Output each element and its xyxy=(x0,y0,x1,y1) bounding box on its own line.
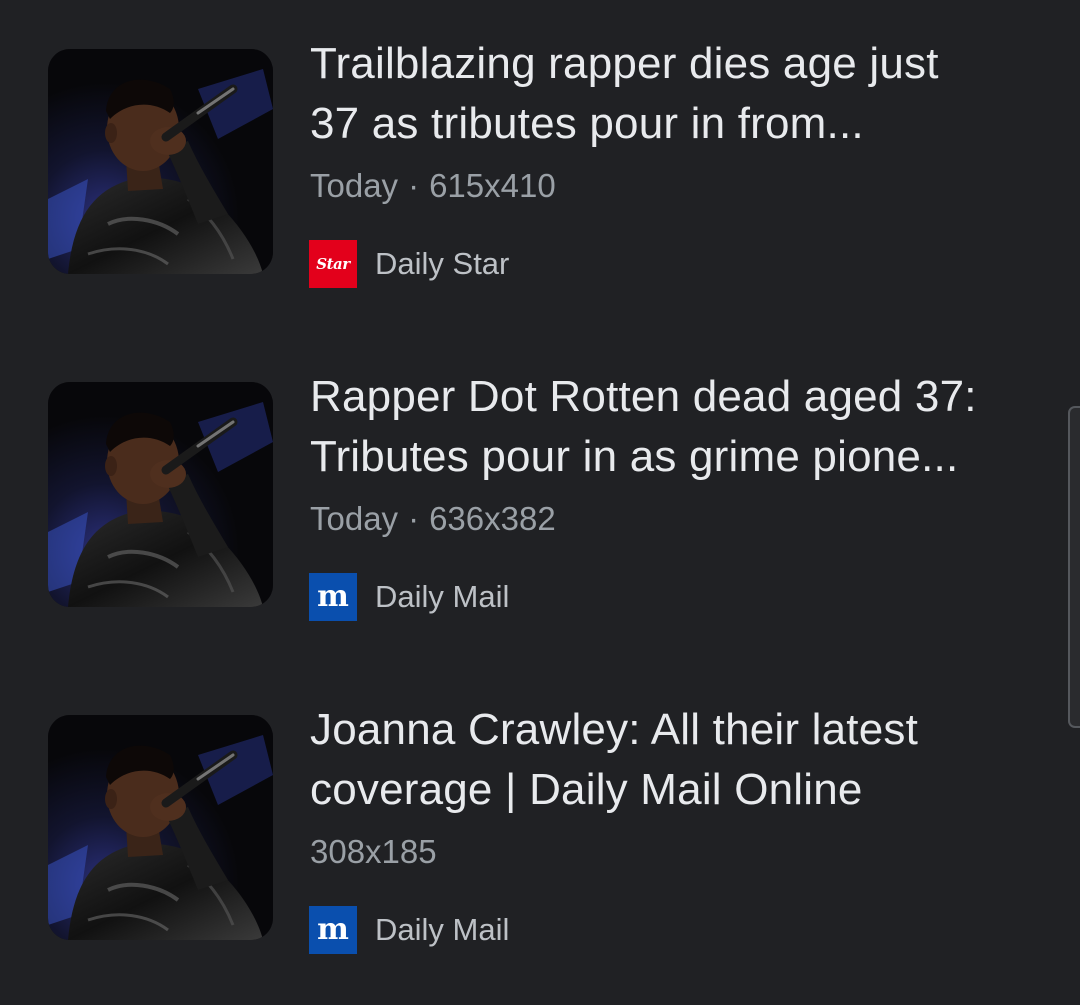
source-name: Daily Star xyxy=(375,246,510,281)
result-title-line: 37 as tributes pour in from... xyxy=(310,99,864,148)
result-title-line: Rapper Dot Rotten dead aged 37: xyxy=(310,372,977,421)
daily-mail-logo-icon: m xyxy=(309,573,357,621)
image-result[interactable]: Rapper Dot Rotten dead aged 37: Tributes… xyxy=(0,333,1060,633)
result-meta: Today · 615x410 xyxy=(310,166,556,206)
source-name: Daily Mail xyxy=(375,579,510,614)
result-title-line: coverage | Daily Mail Online xyxy=(310,765,863,814)
result-thumbnail[interactable] xyxy=(48,382,273,607)
result-date: Today xyxy=(310,500,399,537)
result-title-line: Tributes pour in as grime pione... xyxy=(310,432,959,481)
result-title-line: Trailblazing rapper dies age just xyxy=(310,39,939,88)
result-title-line: Joanna Crawley: All their latest xyxy=(310,705,919,754)
result-source[interactable]: m Daily Mail xyxy=(309,906,509,954)
result-dimensions: 308x185 xyxy=(310,833,437,870)
meta-separator: · xyxy=(408,167,420,204)
result-title[interactable]: Rapper Dot Rotten dead aged 37: Tributes… xyxy=(310,367,1045,487)
result-thumbnail[interactable] xyxy=(48,715,273,940)
scrollbar[interactable] xyxy=(1068,406,1080,728)
result-dimensions: 636x382 xyxy=(429,500,556,537)
image-result[interactable]: Joanna Crawley: All their latest coverag… xyxy=(0,666,1060,966)
result-meta: 308x185 xyxy=(310,832,437,872)
image-results-list: Trailblazing rapper dies age just 37 as … xyxy=(0,0,1080,1005)
result-source[interactable]: Star Daily Star xyxy=(309,240,509,288)
result-meta: Today · 636x382 xyxy=(310,499,556,539)
daily-star-logo-icon: Star xyxy=(309,240,357,288)
result-dimensions: 615x410 xyxy=(429,167,556,204)
source-name: Daily Mail xyxy=(375,912,510,947)
result-date: Today xyxy=(310,167,399,204)
result-source[interactable]: m Daily Mail xyxy=(309,573,509,621)
result-title[interactable]: Joanna Crawley: All their latest coverag… xyxy=(310,700,1045,820)
image-result[interactable]: Trailblazing rapper dies age just 37 as … xyxy=(0,0,1060,300)
meta-separator: · xyxy=(408,500,420,537)
result-title[interactable]: Trailblazing rapper dies age just 37 as … xyxy=(310,34,1045,154)
result-thumbnail[interactable] xyxy=(48,49,273,274)
daily-mail-logo-icon: m xyxy=(309,906,357,954)
